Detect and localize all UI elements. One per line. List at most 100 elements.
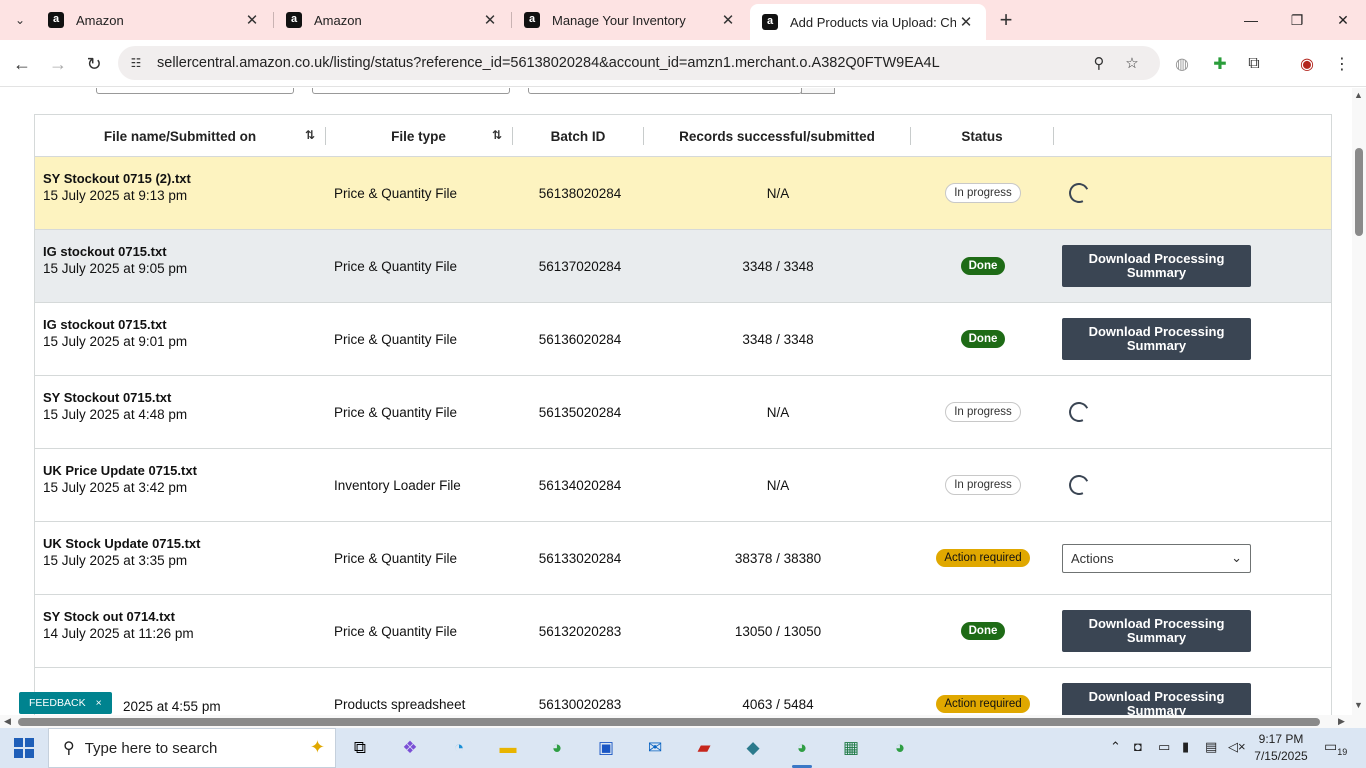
task-view-icon[interactable]: ⧉ bbox=[340, 732, 380, 764]
sort-arrows-icon[interactable]: ⇅ bbox=[492, 128, 502, 142]
tray-battery-icon[interactable]: ▮ bbox=[1182, 739, 1189, 755]
file-name: UK Stock Update 0715.txt bbox=[43, 536, 201, 551]
zoom-magnifier-icon[interactable]: ⚲ bbox=[1088, 52, 1110, 74]
download-processing-summary-button[interactable]: Download Processing Summary bbox=[1062, 318, 1251, 360]
chrome-profile-active-icon[interactable]: ◕ bbox=[782, 732, 822, 768]
status-badge: Done bbox=[960, 330, 1006, 348]
scroll-left-arrow-icon[interactable]: ◀ bbox=[4, 716, 11, 727]
amazon-favicon-icon bbox=[286, 12, 302, 28]
restore-icon[interactable]: ❐ bbox=[1274, 0, 1320, 40]
batch-id: 56132020283 bbox=[538, 623, 622, 639]
horizontal-scroll-thumb[interactable] bbox=[18, 718, 1320, 726]
tray-mute-volume-icon[interactable]: ◁× bbox=[1228, 739, 1246, 755]
taskbar-search-box[interactable]: ⚲ Type here to search ✦ bbox=[48, 728, 336, 768]
extension-puzzle-green-icon[interactable]: ✚ bbox=[1208, 52, 1232, 76]
browser-menu-icon[interactable]: ⋮ bbox=[1330, 52, 1354, 76]
chrome-icon[interactable]: ◕ bbox=[537, 732, 577, 764]
header-file-type[interactable]: File type bbox=[326, 115, 511, 157]
close-tab-icon[interactable]: ✕ bbox=[956, 12, 976, 32]
horizontal-scrollbar[interactable]: ◀ ▶ bbox=[0, 715, 1366, 728]
file-explorer-icon[interactable]: ▬ bbox=[488, 732, 528, 764]
close-tab-icon[interactable]: ✕ bbox=[718, 10, 738, 30]
page-content: File name/Submitted on ⇅ File type ⇅ Bat… bbox=[0, 88, 1352, 715]
minimize-icon[interactable]: — bbox=[1228, 0, 1274, 40]
table-row: UK Stock Update 0715.txt 15 July 2025 at… bbox=[35, 522, 1331, 595]
vertical-scrollbar[interactable]: ▲ ▼ bbox=[1352, 88, 1366, 715]
tab-title: Manage Your Inventory bbox=[552, 12, 686, 28]
browser-tab-2[interactable]: Amazon ✕ bbox=[274, 0, 510, 40]
status-badge: In progress bbox=[945, 402, 1021, 422]
batch-id: 56136020284 bbox=[538, 331, 622, 347]
chevron-down-icon: ⌄ bbox=[1231, 550, 1242, 565]
translate-globe-icon[interactable]: ◍ bbox=[1170, 52, 1194, 76]
browser-toolbar: ← → ↻ ☷ sellercentral.amazon.co.uk/listi… bbox=[0, 40, 1366, 87]
file-name: SY Stockout 0715.txt bbox=[43, 390, 172, 405]
sort-arrows-icon[interactable]: ⇅ bbox=[305, 128, 315, 142]
file-name: SY Stock out 0714.txt bbox=[43, 609, 175, 624]
close-tab-icon[interactable]: ✕ bbox=[480, 10, 500, 30]
taskbar-clock[interactable]: 9:17 PM 7/15/2025 bbox=[1248, 731, 1314, 765]
excel-icon[interactable]: ▦ bbox=[831, 732, 871, 764]
tray-network-icon[interactable]: ▤ bbox=[1205, 739, 1217, 755]
profile-avatar-icon[interactable]: ◉ bbox=[1295, 52, 1319, 76]
copilot-icon[interactable]: ❖ bbox=[390, 732, 430, 764]
feedback-close-icon[interactable]: × bbox=[96, 697, 102, 709]
notifications-icon[interactable]: ▭19 bbox=[1324, 738, 1347, 757]
feedback-button[interactable]: FEEDBACK × bbox=[19, 692, 112, 714]
filezilla-icon[interactable]: ▰ bbox=[684, 732, 724, 764]
amazon-favicon-icon bbox=[762, 14, 778, 30]
windows-start-icon[interactable] bbox=[14, 738, 34, 758]
table-row: SY Stockout 0715 (2).txt 15 July 2025 at… bbox=[35, 157, 1331, 230]
edge-browser-icon[interactable]: ◔ bbox=[439, 732, 479, 764]
app-diamond-icon[interactable]: ◆ bbox=[733, 732, 773, 764]
loading-spinner-icon bbox=[1066, 472, 1092, 498]
vertical-scroll-thumb[interactable] bbox=[1355, 148, 1363, 236]
site-info-icon[interactable]: ☷ bbox=[126, 53, 146, 73]
header-status: Status bbox=[961, 128, 1003, 144]
batch-id: 56133020284 bbox=[538, 550, 622, 566]
tray-camera-icon[interactable]: ◘ bbox=[1134, 739, 1142, 754]
tab-search-chevron-icon[interactable]: ⌄ bbox=[6, 6, 34, 34]
filter-input-3[interactable] bbox=[528, 88, 802, 94]
batch-id: 56137020284 bbox=[538, 258, 622, 274]
new-tab-plus-icon[interactable]: + bbox=[994, 7, 1018, 32]
download-processing-summary-button[interactable]: Download Processing Summary bbox=[1062, 610, 1251, 652]
browser-tab-4-active[interactable]: Add Products via Upload: Chec ✕ bbox=[750, 4, 986, 40]
search-icon: ⚲ bbox=[63, 740, 75, 757]
extensions-puzzle-icon[interactable]: ⧉ bbox=[1242, 52, 1266, 76]
filter-input-2[interactable] bbox=[312, 88, 510, 94]
download-processing-summary-button[interactable]: Download Processing Summary bbox=[1062, 683, 1251, 715]
filter-input-1[interactable] bbox=[96, 88, 294, 94]
close-tab-icon[interactable]: ✕ bbox=[242, 10, 262, 30]
address-bar[interactable]: ☷ sellercentral.amazon.co.uk/listing/sta… bbox=[118, 46, 1160, 80]
tray-display-icon[interactable]: ▭ bbox=[1158, 739, 1170, 755]
records-count: 38378 / 38380 bbox=[734, 550, 822, 566]
file-type: Price & Quantity File bbox=[334, 258, 458, 274]
table-row: IG stockout 0715.txt 15 July 2025 at 9:0… bbox=[35, 230, 1331, 303]
browser-tab-1[interactable]: Amazon ✕ bbox=[36, 0, 272, 40]
reload-icon[interactable]: ↻ bbox=[80, 50, 108, 78]
browser-tab-3[interactable]: Manage Your Inventory ✕ bbox=[512, 0, 748, 40]
back-arrow-icon[interactable]: ← bbox=[8, 50, 36, 78]
scroll-down-arrow-icon[interactable]: ▼ bbox=[1354, 700, 1363, 710]
filter-button[interactable] bbox=[801, 88, 835, 94]
amazon-favicon-icon bbox=[524, 12, 540, 28]
windows-taskbar: ⚲ Type here to search ✦ ⧉ ❖ ◔ ▬ ◕ ▣ ✉ ▰ … bbox=[0, 728, 1366, 768]
actions-dropdown[interactable]: Actions ⌄ bbox=[1062, 543, 1251, 573]
chrome-profile-icon[interactable]: ◕ bbox=[880, 732, 920, 764]
scroll-right-arrow-icon[interactable]: ▶ bbox=[1338, 716, 1345, 727]
forward-arrow-icon[interactable]: → bbox=[44, 50, 72, 78]
url-text[interactable]: sellercentral.amazon.co.uk/listing/statu… bbox=[157, 55, 940, 71]
browser-tab-bar: ⌄ Amazon ✕ Amazon ✕ Manage Your Inventor… bbox=[0, 0, 1366, 40]
window-close-icon[interactable]: ✕ bbox=[1320, 0, 1366, 40]
zoom-app-icon[interactable]: ▣ bbox=[586, 732, 626, 764]
tray-chevron-up-icon[interactable]: ⌃ bbox=[1110, 739, 1121, 755]
header-file-name[interactable]: File name/Submitted on bbox=[35, 115, 325, 157]
submitted-date: 15 July 2025 at 9:05 pm bbox=[43, 261, 188, 276]
download-processing-summary-button[interactable]: Download Processing Summary bbox=[1062, 245, 1251, 287]
bookmark-star-icon[interactable]: ☆ bbox=[1121, 52, 1143, 74]
header-records: Records successful/submitted bbox=[679, 128, 875, 144]
scroll-up-arrow-icon[interactable]: ▲ bbox=[1354, 90, 1363, 100]
feedback-label: FEEDBACK bbox=[29, 697, 86, 709]
outlook-icon[interactable]: ✉ bbox=[635, 732, 675, 764]
